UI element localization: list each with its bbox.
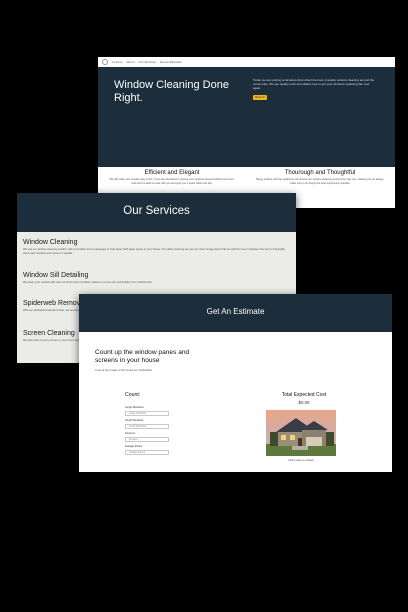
intro-title: Count up the window panes and screens in…	[95, 349, 190, 365]
nav-link-services[interactable]: Our Services	[139, 60, 156, 64]
large-windows-input[interactable]: Large Windows	[125, 411, 169, 416]
feature-text: We will make sure streaks stay in line. …	[109, 178, 235, 185]
nav-link-home[interactable]: 1 Home	[112, 60, 123, 64]
page-title: Our Services	[123, 205, 190, 217]
hero-section: Window Cleaning Done Right. Today we are…	[98, 67, 395, 167]
service-window-cleaning: Window Cleaning We use our window cleani…	[23, 239, 288, 256]
estimate-page-screenshot: Get An Estimate Count up the window pane…	[79, 294, 392, 472]
service-title: Window Sill Detailing	[23, 272, 89, 279]
screens-label: Screens:	[125, 432, 136, 435]
total-cost-heading: Total Expected Cost	[281, 392, 327, 398]
garage-panes-label: Garage Panes:	[125, 445, 144, 448]
service-title: Window Cleaning	[23, 239, 78, 246]
service-text: We clean your window sills with our brus…	[23, 281, 153, 284]
services-header: Our Services	[17, 193, 296, 232]
nav-link-room[interactable]: Room	[127, 60, 135, 64]
total-cost-value: $0.00	[298, 400, 310, 405]
feature-title: Thourough and Thoughtful	[284, 170, 356, 176]
screens-input[interactable]: Screens	[125, 437, 169, 442]
small-windows-label: Small Windows:	[125, 419, 145, 422]
hero-title: Window Cleaning Done Right.	[114, 79, 229, 104]
hero-text: Today we are looking at windows that ref…	[253, 78, 375, 91]
page-title: Get An Estimate	[206, 307, 265, 316]
home-page-screenshot: 1 Home Room Our Services Get An Estimate…	[98, 57, 395, 208]
book-button[interactable]: Book Us	[253, 95, 267, 100]
service-text: We use our window cleaning solution with…	[23, 248, 286, 255]
garage-panes-input[interactable]: Garage Panes	[125, 450, 169, 455]
feature-efficient: Efficient and Elegant We will make sure …	[108, 170, 236, 186]
feature-text: Being positive that the neighbors will r…	[256, 178, 384, 185]
feature-thorough: Thourough and Thoughtful Being positive …	[256, 170, 384, 186]
intro-subtitle: Look at the image of the house for clari…	[95, 368, 153, 372]
logo-icon	[102, 59, 108, 65]
feature-title: Efficient and Elegant	[144, 170, 200, 176]
count-heading: Count:	[125, 392, 141, 398]
nav-link-estimate[interactable]: Get An Estimate	[160, 60, 182, 64]
image-caption: Click image to enlarge	[288, 459, 314, 462]
house-image[interactable]	[266, 410, 336, 456]
service-sill-detailing: Window Sill Detailing We clean your wind…	[23, 272, 288, 285]
small-windows-input[interactable]: Small Windows	[125, 424, 169, 429]
large-windows-label: Large Windows:	[125, 406, 145, 409]
estimate-header: Get An Estimate	[79, 294, 392, 332]
top-nav: 1 Home Room Our Services Get An Estimate	[98, 57, 395, 67]
